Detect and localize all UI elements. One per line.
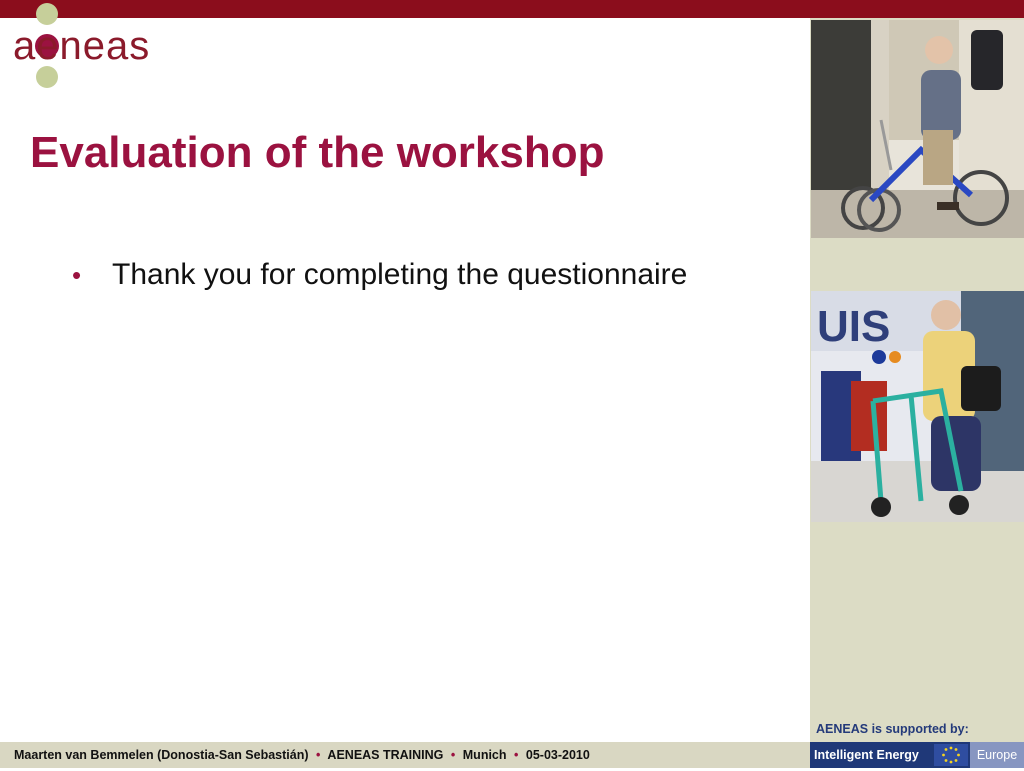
logo-text: aeneas [13,24,151,68]
woman-with-rollator-photo: UIS [811,291,1024,522]
footer-separator-2: • [450,748,456,762]
footer: Maarten van Bemmelen (Donostia-San Sebas… [0,742,810,768]
slide-title: Evaluation of the workshop [30,128,605,177]
footer-event: AENEAS TRAINING [327,748,444,762]
footer-text: Maarten van Bemmelen (Donostia-San Sebas… [14,748,590,762]
footer-date: 05-03-2010 [525,748,590,762]
footer-city: Munich [462,748,507,762]
eu-flag-icon [934,744,968,766]
bullet-dot-icon: • [72,260,82,290]
man-on-tricycle-photo [811,20,1024,238]
support-label: AENEAS is supported by: [816,722,969,736]
footer-separator-1: • [316,748,321,762]
intelligent-energy-europe-logo: Intelligent Energy Europe [810,742,1024,768]
bullet-item: • Thank you for completing the questionn… [72,258,687,292]
footer-separator-3: • [514,748,519,762]
sponsor-right-text: Europe [970,742,1024,768]
sponsor-left-text: Intelligent Energy [810,742,932,768]
svg-text:UIS: UIS [817,302,890,351]
bullet-text: Thank you for completing the questionnai… [112,258,688,291]
aeneas-logo: aeneas [6,2,166,92]
bullet-list: • Thank you for completing the questionn… [72,258,687,292]
footer-author: Maarten van Bemmelen (Donostia-San Sebas… [14,748,309,762]
